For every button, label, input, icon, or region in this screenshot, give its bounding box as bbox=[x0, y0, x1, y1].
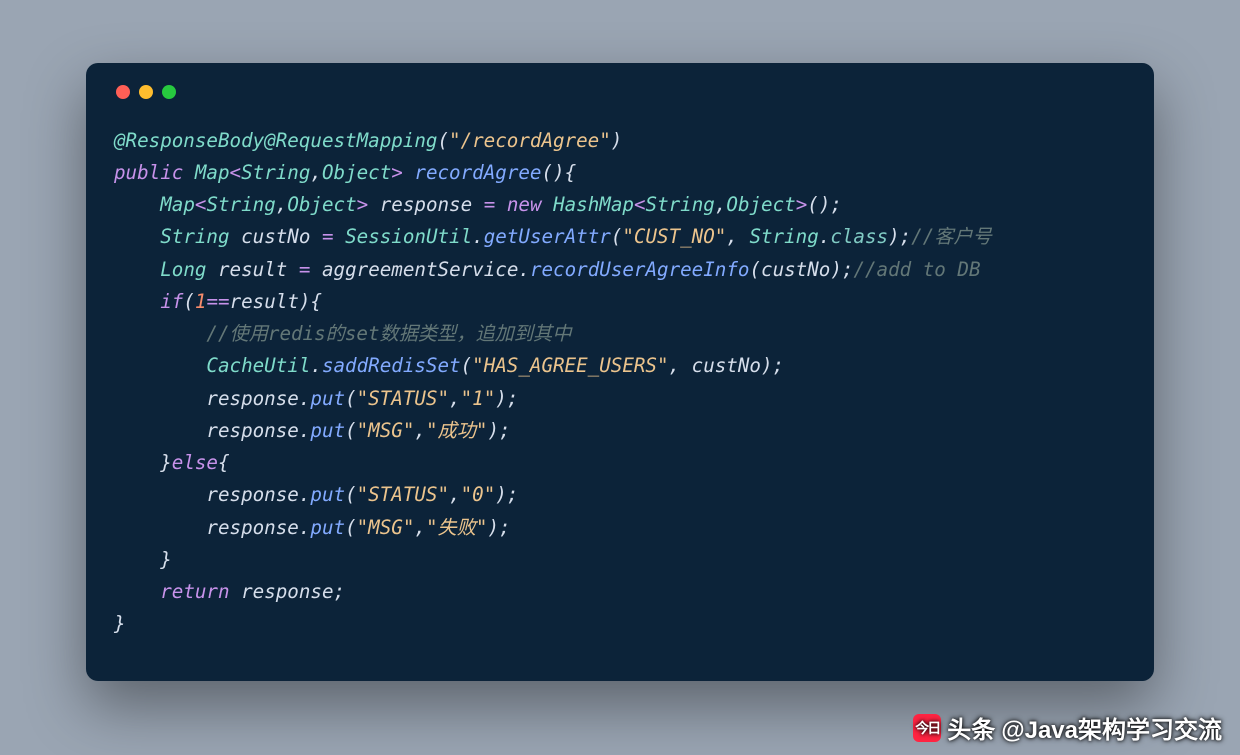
string-literal: "MSG" bbox=[357, 419, 415, 442]
method-put: put bbox=[310, 387, 345, 410]
method-getUserAttr: getUserAttr bbox=[484, 225, 611, 248]
type-object: Object bbox=[726, 193, 795, 216]
comment: //add to DB bbox=[853, 258, 980, 281]
var-response: response bbox=[206, 516, 298, 539]
close-icon bbox=[116, 85, 130, 99]
string-literal: "/recordAgree" bbox=[449, 129, 611, 152]
method-put: put bbox=[310, 516, 345, 539]
keyword-else: else bbox=[172, 451, 218, 474]
string-literal: "STATUS" bbox=[357, 387, 449, 410]
comment: //使用redis的set数据类型，追加到其中 bbox=[206, 322, 571, 345]
string-literal: "成功" bbox=[426, 419, 487, 442]
keyword-new: new bbox=[507, 193, 542, 216]
var-result: result bbox=[218, 258, 287, 281]
type-object: Object bbox=[287, 193, 356, 216]
method-recordAgree: recordAgree bbox=[414, 161, 541, 184]
var-result: result bbox=[230, 290, 299, 313]
code-block: @ResponseBody@RequestMapping("/recordAgr… bbox=[114, 125, 1126, 641]
keyword-public: public bbox=[114, 161, 183, 184]
var-response: response bbox=[241, 580, 333, 603]
string-literal: "失败" bbox=[426, 516, 487, 539]
type-long: Long bbox=[160, 258, 206, 281]
type-string: String bbox=[241, 161, 310, 184]
type-string: String bbox=[749, 225, 818, 248]
method-put: put bbox=[310, 483, 345, 506]
type-object: Object bbox=[322, 161, 391, 184]
watermark-prefix: 头条 bbox=[947, 710, 995, 745]
var-aggreementService: aggreementService bbox=[322, 258, 518, 281]
string-literal: "CUST_NO" bbox=[622, 225, 726, 248]
traffic-lights bbox=[116, 85, 1126, 99]
type-string: String bbox=[646, 193, 715, 216]
annotation: @ResponseBody bbox=[114, 129, 264, 152]
watermark: 今日 头条 @Java架构学习交流 bbox=[913, 710, 1222, 745]
comment: //客户号 bbox=[911, 225, 992, 248]
minimize-icon bbox=[139, 85, 153, 99]
annotation: @RequestMapping bbox=[264, 129, 437, 152]
var-custNo: custNo bbox=[761, 258, 830, 281]
string-literal: "MSG" bbox=[357, 516, 415, 539]
keyword-if: if bbox=[160, 290, 183, 313]
string-literal: "1" bbox=[461, 387, 496, 410]
toutiao-logo-icon: 今日 bbox=[913, 714, 941, 742]
var-custNo: custNo bbox=[241, 225, 310, 248]
var-response: response bbox=[380, 193, 472, 216]
string-literal: "0" bbox=[461, 483, 496, 506]
string-literal: "STATUS" bbox=[357, 483, 449, 506]
type-sessionutil: SessionUtil bbox=[345, 225, 472, 248]
zoom-icon bbox=[162, 85, 176, 99]
prop-class: class bbox=[830, 225, 888, 248]
var-response: response bbox=[206, 483, 298, 506]
var-response: response bbox=[206, 387, 298, 410]
type-string: String bbox=[206, 193, 275, 216]
number-literal: 1 bbox=[195, 290, 207, 313]
string-literal: "HAS_AGREE_USERS" bbox=[472, 354, 668, 377]
keyword-return: return bbox=[160, 580, 229, 603]
method-saddRedisSet: saddRedisSet bbox=[322, 354, 461, 377]
method-recordUserAgreeInfo: recordUserAgreeInfo bbox=[530, 258, 750, 281]
type-string: String bbox=[160, 225, 229, 248]
var-custNo: custNo bbox=[692, 354, 761, 377]
type-map: Map bbox=[195, 161, 230, 184]
watermark-handle: @Java架构学习交流 bbox=[1001, 710, 1222, 745]
var-response: response bbox=[206, 419, 298, 442]
type-cacheutil: CacheUtil bbox=[206, 354, 310, 377]
method-put: put bbox=[310, 419, 345, 442]
type-hashmap: HashMap bbox=[553, 193, 634, 216]
type-map: Map bbox=[160, 193, 195, 216]
code-window: @ResponseBody@RequestMapping("/recordAgr… bbox=[86, 63, 1154, 681]
